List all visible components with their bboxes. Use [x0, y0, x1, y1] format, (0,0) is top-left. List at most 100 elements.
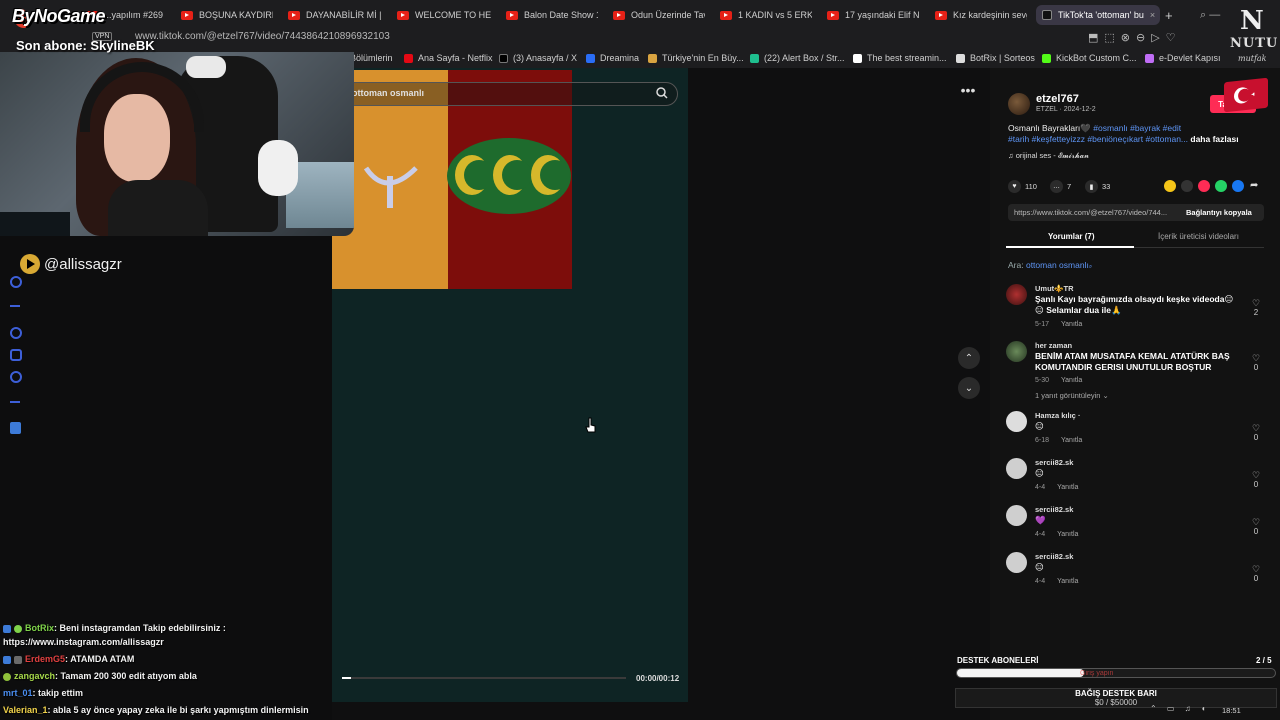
avatar[interactable]	[1006, 505, 1027, 526]
reply-button[interactable]: Yanıtla	[1057, 531, 1078, 538]
comment-icon: …	[1050, 180, 1063, 193]
close-tab-icon[interactable]: ×	[1150, 10, 1155, 20]
url-field[interactable]: www.tiktok.com/@etzel767/video/744386421…	[135, 31, 390, 42]
reply-button[interactable]: Yanıtla	[1057, 484, 1078, 491]
turkish-flag-overlay	[1224, 77, 1268, 113]
save-stat[interactable]: ▮ 33	[1085, 180, 1110, 193]
system-tray-icons[interactable]: ⌃ ▭ ♫ ◖	[1150, 704, 1280, 720]
bookmark-item[interactable]: (3) Anasayfa / X	[499, 53, 577, 63]
like-stat[interactable]: ♥ 110	[1008, 180, 1037, 193]
comment-meta: 4-4 Yanıtla	[1035, 578, 1079, 585]
reply-button[interactable]: Yanıtla	[1061, 321, 1082, 328]
reply-button[interactable]: Yanıtla	[1061, 437, 1082, 444]
comment-username[interactable]: sercii82.sk	[1035, 458, 1073, 467]
nutu-logo-letter: N	[1240, 6, 1264, 36]
webcam-body	[108, 180, 208, 236]
play-icon	[20, 254, 40, 274]
more-options-icon[interactable]: •••	[958, 83, 978, 100]
embed-icon[interactable]	[1181, 180, 1193, 192]
browser-tab[interactable]: DAYANABİLİR Mİ | N	[288, 6, 382, 24]
browser-tab[interactable]: Kız kardeşinin sevgi	[935, 6, 1027, 24]
browser-tab[interactable]: Balon Date Show 17	[506, 6, 598, 24]
youtube-icon	[827, 10, 839, 20]
comment-username[interactable]: sercii82.sk	[1035, 505, 1073, 514]
youtube-icon	[720, 10, 732, 20]
nutu-logo-script: mutfak	[1238, 54, 1267, 63]
share-link-text[interactable]: https://www.tiktok.com/@etzel767/video/7…	[1014, 208, 1167, 217]
comment-username[interactable]: Umut⚜️TR	[1035, 284, 1074, 293]
streamlabs-icon	[750, 53, 759, 63]
support-subscribers-title: DESTEK ABONELERİ	[957, 656, 1039, 665]
avatar[interactable]	[1006, 284, 1027, 305]
more-link[interactable]: daha fazlası	[1190, 134, 1238, 144]
sidebar-divider	[10, 401, 20, 403]
tab-comments[interactable]: Yorumlar (7)	[1048, 232, 1095, 241]
explore-icon[interactable]	[10, 276, 22, 288]
live-icon[interactable]	[10, 371, 22, 383]
avatar[interactable]	[1006, 341, 1027, 362]
comment-item: sercii82.sk 😑 4-4 Yanıtla ♡ 0	[1006, 458, 1268, 496]
tab-creator-videos[interactable]: İçerik üreticisi videoları	[1158, 232, 1239, 241]
hand-cursor-icon	[585, 417, 596, 433]
botrix-icon	[956, 53, 965, 63]
comment-item: sercii82.sk 💜 4-4 Yanıtla ♡ 0	[1006, 505, 1268, 543]
avatar[interactable]	[1006, 458, 1027, 479]
bookmark-item[interactable]: Türkiye'nin En Büy...	[648, 53, 744, 63]
sidebar-divider	[10, 305, 20, 307]
avatar[interactable]	[1006, 411, 1027, 432]
video-progress-track[interactable]	[342, 677, 626, 679]
extensions-icons[interactable]: ⬒⬚⊗⊖▷♡	[1088, 31, 1182, 44]
dreamina-icon	[586, 53, 595, 63]
reply-button[interactable]: Yanıtla	[1057, 578, 1078, 585]
browser-tab[interactable]: 1 KADIN vs 5 ERKEK	[720, 6, 812, 24]
comment-username[interactable]: sercii82.sk	[1035, 552, 1073, 561]
previous-video-button[interactable]: ⌃	[958, 347, 980, 369]
comment-meta: 5-17 Yanıtla	[1035, 321, 1083, 328]
comment-item: Umut⚜️TR Şanlı Kayı bayrağımızda olsaydı…	[1006, 284, 1268, 334]
hashtags[interactable]: #osmanlı #bayrak #edit	[1093, 123, 1181, 133]
bookmark-item[interactable]: The best streamin...	[853, 53, 947, 63]
repost-icon[interactable]	[1164, 180, 1176, 192]
friends-icon[interactable]	[10, 349, 22, 361]
browser-tab[interactable]: 17 yaşındaki Elif Nu	[827, 6, 919, 24]
search-tabs-icon[interactable]: ⌕ —	[1200, 9, 1220, 22]
view-replies-link[interactable]: 1 yanıt görüntüleyin ⌄	[1035, 391, 1109, 400]
following-icon[interactable]	[10, 327, 22, 339]
comment-text: 😑	[1035, 421, 1044, 431]
edevlet-icon	[1145, 53, 1154, 63]
whatsapp-icon[interactable]	[1215, 180, 1227, 192]
bookmark-item[interactable]: Dreamina	[586, 53, 639, 63]
comment-stat[interactable]: … 7	[1050, 180, 1071, 193]
browser-tab-active[interactable]: TikTok'ta 'ottoman' bu ×	[1036, 5, 1160, 25]
browser-tab[interactable]: Odun Üzerinde Tavu	[613, 6, 705, 24]
new-tab-button[interactable]: +	[1165, 8, 1173, 23]
bookmark-item[interactable]: BotRix | Sorteos	[956, 53, 1035, 63]
reply-button[interactable]: Yanıtla	[1061, 377, 1082, 384]
bookmark-item[interactable]: Bölümlerin	[350, 53, 393, 63]
share-icon[interactable]: ➦	[1250, 180, 1258, 191]
author-avatar[interactable]	[1008, 93, 1030, 115]
bookmark-item[interactable]: (22) Alert Box / Str...	[750, 53, 845, 63]
bot-badge-icon	[14, 624, 22, 633]
author-name[interactable]: etzel767	[1036, 93, 1079, 105]
bookmark-item[interactable]: KickBot Custom C...	[1042, 53, 1137, 63]
next-video-button[interactable]: ⌄	[958, 377, 980, 399]
bookmark-icon	[648, 53, 657, 63]
bookmark-item[interactable]: e-Devlet Kapısı	[1145, 53, 1221, 63]
comment-username[interactable]: her zaman	[1035, 341, 1072, 350]
bookmark-item[interactable]: Ana Sayfa - Netflix	[404, 53, 493, 63]
avatar[interactable]	[1006, 552, 1027, 573]
facebook-icon[interactable]	[1232, 180, 1244, 192]
sound-link[interactable]: ♫ orijinal ses - 𝓔𝓶𝓲𝓻𝓱𝓪𝓷	[1008, 151, 1089, 161]
webcam-background	[0, 212, 70, 236]
browser-tab[interactable]: WELCOME TO HELL	[397, 6, 491, 24]
related-search[interactable]: Ara: ottoman osmanlı⌕	[1008, 260, 1092, 271]
hashtags[interactable]: #tarih #keşfetteyizzz #beniöneçıkart #ot…	[1008, 134, 1188, 144]
comment-username[interactable]: Hamza kılıç ·	[1035, 411, 1080, 420]
search-icon[interactable]	[655, 86, 669, 100]
browser-tab[interactable]: BOŞUNA KAYDIRMA	[181, 6, 273, 24]
send-icon[interactable]	[1198, 180, 1210, 192]
heart-icon: ♥	[1008, 180, 1021, 193]
copy-link-button[interactable]: Bağlantıyı kopyala	[1186, 208, 1252, 217]
profile-icon[interactable]	[10, 422, 21, 434]
